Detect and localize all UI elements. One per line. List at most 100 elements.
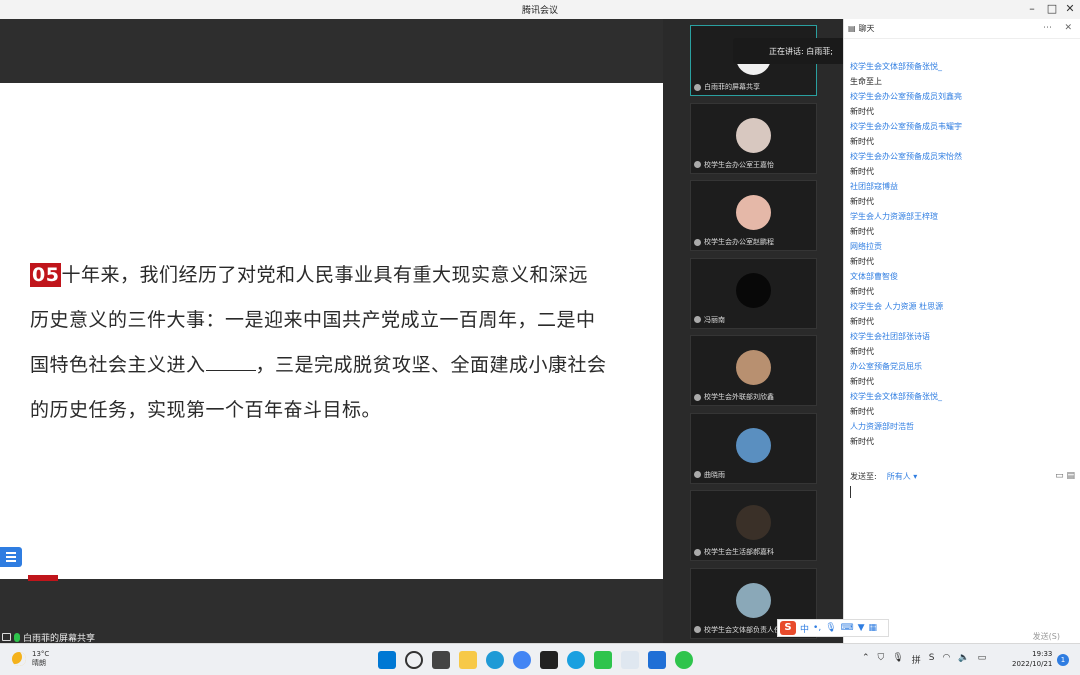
title-bar: 腾讯会议 – □ ✕ bbox=[0, 0, 1080, 19]
participant-name: 校学生会生活部郝嘉科 bbox=[694, 547, 774, 557]
start-icon[interactable] bbox=[378, 651, 396, 669]
message-text: 新时代 bbox=[850, 197, 874, 206]
skin-icon[interactable]: ▼ bbox=[858, 623, 865, 633]
participant-name: 校学生会办公室赵鹏程 bbox=[694, 237, 774, 247]
chat-message: 学生会人力资源部王梓瑄 新时代 bbox=[850, 209, 1080, 239]
tencent-meeting-icon[interactable] bbox=[648, 651, 666, 669]
search-icon[interactable] bbox=[405, 651, 423, 669]
sender-name[interactable]: 文体部曹智俊 bbox=[850, 269, 1080, 284]
chat-icon: ▤ bbox=[848, 24, 856, 33]
notification-badge[interactable]: 1 bbox=[1057, 654, 1069, 666]
participant-tile[interactable]: 校学生会办公室赵鹏程 bbox=[690, 180, 817, 251]
participant-tile[interactable]: 校学生会生活部郝嘉科 bbox=[690, 490, 817, 561]
sender-name[interactable]: 校学生会文体部预备张悦_ bbox=[850, 389, 1080, 404]
edge-icon[interactable] bbox=[486, 651, 504, 669]
message-text: 新时代 bbox=[850, 287, 874, 296]
participant-name: 白雨菲的屏幕共享 bbox=[694, 82, 760, 92]
participant-tile[interactable]: 校学生会外联部刘欣鑫 bbox=[690, 335, 817, 406]
sender-name[interactable]: 人力资源部时浩哲 bbox=[850, 419, 1080, 434]
shared-screen: 05 十年来，我们经历了对党和人民事业具有重大现实意义和深远 历史意义的三件大事：… bbox=[0, 19, 663, 644]
chat-header: ▤ 聊天 ⋯ ✕ bbox=[844, 19, 1080, 39]
participant-avatar bbox=[736, 582, 771, 618]
slide: 05 十年来，我们经历了对党和人民事业具有重大现实意义和深远 历史意义的三件大事：… bbox=[0, 83, 663, 579]
close-icon[interactable]: ✕ bbox=[1064, 23, 1072, 33]
question-text: 05 十年来，我们经历了对党和人民事业具有重大现实意义和深远 历史意义的三件大事：… bbox=[30, 263, 607, 421]
message-text: 新时代 bbox=[850, 377, 874, 386]
ime-toolbar[interactable]: S 中 •, 🎙 ⌨ ▼ ▦ bbox=[777, 619, 889, 637]
chat-message: 网络拉贡 新时代 bbox=[850, 239, 1080, 269]
snipping-icon[interactable] bbox=[621, 651, 639, 669]
clock[interactable]: 19:33 2022/10/21 bbox=[1012, 649, 1052, 669]
user-icon bbox=[694, 161, 701, 168]
user-icon bbox=[694, 393, 701, 401]
participant-avatar bbox=[736, 427, 771, 463]
wifi-icon[interactable]: ◠ bbox=[942, 653, 950, 666]
wechat-icon[interactable] bbox=[594, 651, 612, 669]
browser-e-icon[interactable] bbox=[567, 651, 585, 669]
sender-name[interactable]: 办公室预备党员屈乐 bbox=[850, 359, 1080, 374]
sender-name[interactable]: 校学生会文体部预备张悦_ bbox=[850, 59, 1080, 74]
sender-name[interactable]: 网络拉贡 bbox=[850, 239, 1080, 254]
sender-name[interactable]: 校学生会办公室预备成员韦耀宇 bbox=[850, 119, 1080, 134]
wechat-alt-icon[interactable] bbox=[675, 651, 693, 669]
battery-icon[interactable]: ▭ bbox=[978, 653, 987, 666]
taskbar: 13°C 晴朗 ⌃ ⛉ 🎙 拼 S ◠ 🔈 ▭ 19:33 2022/10/21… bbox=[0, 643, 1080, 675]
minimize-button[interactable]: – bbox=[1021, 2, 1043, 16]
chat-input[interactable] bbox=[850, 486, 1075, 626]
file-explorer-icon[interactable] bbox=[459, 651, 477, 669]
sogou-logo-icon[interactable]: S bbox=[780, 621, 796, 635]
participant-name: 曲晓雨 bbox=[694, 470, 725, 480]
send-button[interactable]: 发送(S) bbox=[1033, 631, 1060, 642]
participant-tile[interactable]: 曲晓雨 bbox=[690, 412, 817, 484]
more-icon[interactable]: ⋯ bbox=[1043, 23, 1052, 33]
chat-message: 校学生会文体部预备张悦_ 生命至上 bbox=[850, 59, 1080, 89]
sender-name[interactable]: 学生会人力资源部王梓瑄 bbox=[850, 209, 1080, 224]
chat-messages[interactable]: 校学生会文体部预备张悦_ 生命至上校学生会办公室预备成员刘鑫亮新时代 校学生会办公室… bbox=[844, 59, 1080, 469]
top-letterbox bbox=[0, 19, 663, 83]
user-icon bbox=[694, 471, 701, 478]
ime-tray-icon[interactable]: 拼 bbox=[912, 653, 921, 666]
message-text: 新时代 bbox=[850, 407, 874, 416]
microphone-icon[interactable]: 🎙 bbox=[825, 623, 836, 633]
system-tray[interactable]: ⌃ ⛉ 🎙 拼 S ◠ 🔈 ▭ bbox=[862, 653, 986, 666]
ime-mode[interactable]: 中 bbox=[800, 622, 809, 635]
message-text: 新时代 bbox=[850, 257, 874, 266]
chat-message: 校学生会 人力资源 杜思源 新时代 bbox=[850, 299, 1080, 329]
weather-widget[interactable]: 13°C 晴朗 bbox=[12, 650, 49, 668]
shield-icon[interactable]: ⛉ bbox=[878, 653, 885, 666]
participant-tile[interactable]: 校学生会办公室王嘉怡 bbox=[690, 102, 817, 174]
chat-message: 校学生会办公室预备成员宋怡然 新时代 bbox=[850, 149, 1080, 179]
user-icon bbox=[694, 626, 701, 633]
chat-tools[interactable]: ▭ ▤ bbox=[1055, 471, 1075, 481]
task-view-icon[interactable] bbox=[432, 651, 450, 669]
recipient-dropdown[interactable]: 所有人 ▾ bbox=[887, 471, 918, 482]
keyboard-icon[interactable]: ⌨ bbox=[841, 623, 854, 633]
sender-name[interactable]: 社团部寇博益 bbox=[850, 179, 1080, 194]
chevron-up-icon[interactable]: ⌃ bbox=[862, 653, 870, 666]
chat-message: 文体部曹智俊 新时代 bbox=[850, 269, 1080, 299]
speaker-icon[interactable]: 🔈 bbox=[958, 653, 969, 666]
sender-name[interactable]: 校学生会社团部张诗语 bbox=[850, 329, 1080, 344]
chat-message: 校学生会社团部张诗语新时代 bbox=[850, 329, 1080, 359]
participant-name: 校学生会文体部负责人任 bbox=[694, 625, 781, 635]
store-icon[interactable] bbox=[540, 651, 558, 669]
microphone-tray-icon[interactable]: 🎙 bbox=[892, 653, 903, 666]
message-text: 新时代 bbox=[850, 347, 874, 356]
sender-name[interactable]: 校学生会办公室预备成员宋怡然 bbox=[850, 149, 1080, 164]
message-text: 生命至上 bbox=[850, 77, 882, 86]
sender-name[interactable]: 校学生会 人力资源 杜思源 bbox=[850, 299, 1080, 314]
sogou-tray-icon[interactable]: S bbox=[929, 653, 935, 666]
sender-name[interactable]: 校学生会办公室预备成员刘鑫亮 bbox=[850, 89, 1080, 104]
punctuation-icon[interactable]: •, bbox=[813, 623, 821, 633]
list-menu-button[interactable] bbox=[0, 547, 22, 567]
chat-message: 人力资源部时浩哲新时代 bbox=[850, 419, 1080, 449]
browser-icon[interactable] bbox=[513, 651, 531, 669]
video-gallery[interactable]: 白雨菲的屏幕共享校学生会办公室王嘉怡校学生会办公室赵鹏程冯丽南 校学生会外联部刘欣… bbox=[663, 19, 843, 643]
message-text: 新时代 bbox=[850, 437, 874, 446]
toolbox-icon[interactable]: ▦ bbox=[869, 623, 878, 633]
participant-tile[interactable]: 冯丽南 bbox=[690, 257, 817, 329]
participant-avatar bbox=[736, 350, 771, 385]
next-slide-peek bbox=[28, 575, 58, 581]
close-button[interactable]: ✕ bbox=[1059, 2, 1080, 16]
chat-message: 办公室预备党员屈乐新时代 bbox=[850, 359, 1080, 389]
